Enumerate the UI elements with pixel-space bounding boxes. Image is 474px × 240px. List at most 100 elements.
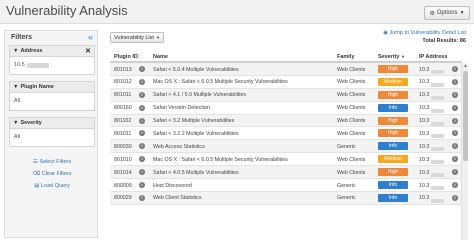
col-family[interactable]: Family xyxy=(337,54,354,60)
plugin-id[interactable]: 800030 xyxy=(114,144,132,150)
plugin-id[interactable]: 801014 xyxy=(114,170,132,176)
plugin-id[interactable]: 800029 xyxy=(114,195,132,201)
plugin-name[interactable]: Safari < 4.1 / 5.0 Multiple Vulnerabilit… xyxy=(153,92,246,98)
filter-address[interactable]: ▼ Address ✕ 10.5 xyxy=(9,45,95,75)
info-icon[interactable]: i xyxy=(452,78,458,85)
plugin-id[interactable]: 801013 xyxy=(114,67,132,73)
redacted-block xyxy=(431,121,445,126)
info-icon[interactable]: i xyxy=(452,182,458,189)
info-icon[interactable]: i xyxy=(452,143,458,150)
table-row[interactable]: 801010 i Mac OS X : Safari < 6.0.5 Multipl… xyxy=(110,153,462,167)
scroll-up-icon[interactable]: ▲ xyxy=(463,63,468,69)
scrollbar[interactable]: ▲ xyxy=(461,63,468,240)
table-row[interactable]: 800160 i Safari Version Detection Web Clien… xyxy=(110,102,462,115)
info-icon[interactable]: i xyxy=(139,143,145,150)
info-icon[interactable]: i xyxy=(139,130,145,137)
ip-address: 10.3 xyxy=(419,67,445,74)
info-icon[interactable]: i xyxy=(139,66,145,72)
info-icon[interactable]: i xyxy=(139,78,145,85)
plugin-id[interactable]: 801102 xyxy=(114,118,131,124)
info-icon[interactable]: i xyxy=(452,169,458,176)
plugin-name[interactable]: Safari Version Detection xyxy=(153,105,210,111)
table-row[interactable]: 801011 i Safari < 3.2.2 Multiple Vulnerabi… xyxy=(110,127,462,141)
filter-value: All xyxy=(14,134,21,140)
plugin-id[interactable]: 800009 xyxy=(114,183,132,189)
remove-filter-icon[interactable]: ✕ xyxy=(85,47,91,55)
info-icon[interactable]: i xyxy=(139,104,145,111)
info-icon[interactable]: i xyxy=(139,91,145,98)
eraser-icon: ⌫ xyxy=(32,171,41,177)
info-icon[interactable]: i xyxy=(452,104,458,111)
info-icon[interactable]: i xyxy=(452,130,458,137)
redacted-block xyxy=(431,82,445,87)
plugin-name[interactable]: Mac OS X : Safari < 6.0.5 Multiple Secur… xyxy=(153,79,288,85)
table-row[interactable]: 801013 i Safari < 5.0.4 Multiple Vulnerabi… xyxy=(110,63,462,76)
plugin-family: Generic xyxy=(337,143,356,150)
ip-address: 10.3 xyxy=(419,195,445,203)
table-row[interactable]: 800030 i Web Access Statistics Generic Info 1… xyxy=(110,140,462,154)
options-button[interactable]: ⚙ Options ▼ xyxy=(424,6,470,20)
plugin-name[interactable]: Safari < 3.2 Multiple Vulnerabilities xyxy=(153,118,234,124)
info-icon[interactable]: i xyxy=(452,91,458,98)
info-icon[interactable]: i xyxy=(452,194,458,201)
info-icon[interactable]: i xyxy=(139,182,145,189)
plugin-id[interactable]: 801010 xyxy=(114,157,132,163)
info-icon[interactable]: i xyxy=(452,117,458,124)
info-icon[interactable]: i xyxy=(139,169,145,176)
severity-badge: High xyxy=(378,65,408,73)
severity-badge: High xyxy=(378,90,408,99)
plugin-id[interactable]: 800160 xyxy=(114,105,132,111)
table-row[interactable]: 800029 i Web Client Statistics Generic Info 1… xyxy=(110,191,462,205)
ip-address: 10.3 xyxy=(419,92,445,100)
plugin-family: Web Clients xyxy=(337,130,366,137)
ip-address: 10.3 xyxy=(419,118,445,126)
info-icon[interactable]: i xyxy=(452,66,458,72)
filter-plugin-name[interactable]: ▼ Plugin Name All xyxy=(9,81,95,111)
col-ip-address[interactable]: IP Address xyxy=(419,54,447,60)
info-icon[interactable]: i xyxy=(139,156,145,163)
filter-severity[interactable]: ▼ Severity All xyxy=(9,117,95,147)
plugin-name[interactable]: Web Access Statistics xyxy=(153,144,205,150)
eye-icon: ◉ xyxy=(383,30,388,36)
plugin-name[interactable]: Mac OS X : Safari < 6.0.5 Multiple Secur… xyxy=(153,157,288,163)
clear-filters-link[interactable]: ⌫ Clear Filters xyxy=(5,171,99,177)
ip-address: 10.3 xyxy=(419,131,445,139)
info-icon[interactable]: i xyxy=(452,156,458,163)
plugin-id[interactable]: 801011 xyxy=(114,92,131,98)
plugin-name[interactable]: Safari < 3.2.2 Multiple Vulnerabilities xyxy=(153,131,239,137)
severity-badge: Medium xyxy=(378,155,408,164)
plugin-family: Web Clients xyxy=(337,169,366,176)
scroll-thumb[interactable] xyxy=(463,71,468,161)
jump-to-detail-link[interactable]: ◉ Jump to Vulnerability Detail List xyxy=(383,30,466,36)
view-select[interactable]: Vulnerability List ▼ xyxy=(110,32,164,43)
plugin-name[interactable]: Safari < 5.0.4 Multiple Vulnerabilities xyxy=(153,67,239,73)
table-row[interactable]: 801011 i Safari < 4.1 / 5.0 Multiple Vulne… xyxy=(110,88,462,102)
plugin-family: Web Clients xyxy=(337,156,366,163)
sidebar-title: Filters xyxy=(11,34,33,41)
info-icon[interactable]: i xyxy=(139,117,145,124)
plugin-name[interactable]: Web Client Statistics xyxy=(153,195,201,201)
table-body: 801013 i Safari < 5.0.4 Multiple Vulnerabi… xyxy=(110,63,462,205)
redacted-block xyxy=(431,70,445,74)
redacted-block xyxy=(431,186,445,191)
plugin-id[interactable]: 801012 xyxy=(114,79,132,85)
plugin-id[interactable]: 801011 xyxy=(114,131,131,137)
info-icon[interactable]: i xyxy=(139,194,145,201)
select-filters-link[interactable]: ☰ Select Filters xyxy=(5,159,99,165)
table-row[interactable]: 801102 i Safari < 3.2 Multiple Vulnerabili… xyxy=(110,114,462,128)
table-row[interactable]: 801012 i Mac OS X : Safari < 6.0.5 Multipl… xyxy=(110,76,462,89)
table-row[interactable]: 801014 i Safari < 4.0.5 Multiple Vulnerabi… xyxy=(110,166,462,180)
redacted-block xyxy=(431,134,445,139)
filter-header: ▼ Address ✕ xyxy=(10,46,94,57)
double-chevron-left-icon[interactable]: « xyxy=(88,32,93,42)
plugin-name[interactable]: Safari < 4.0.5 Multiple Vulnerabilities xyxy=(153,170,239,176)
plugin-family: Web Clients xyxy=(337,66,366,73)
load-query-link[interactable]: ▤ Load Query xyxy=(5,183,99,189)
filter-icon: ▼ xyxy=(13,84,19,90)
col-name[interactable]: Name xyxy=(153,54,168,60)
filter-value: 10.5 xyxy=(10,57,94,68)
table-row[interactable]: 800009 i Host Discovered Generic Info 10.3 i xyxy=(110,179,462,192)
plugin-name[interactable]: Host Discovered xyxy=(153,183,192,189)
col-plugin-id[interactable]: Plugin ID xyxy=(114,54,138,60)
col-severity[interactable]: Severity ▼ xyxy=(378,54,405,60)
